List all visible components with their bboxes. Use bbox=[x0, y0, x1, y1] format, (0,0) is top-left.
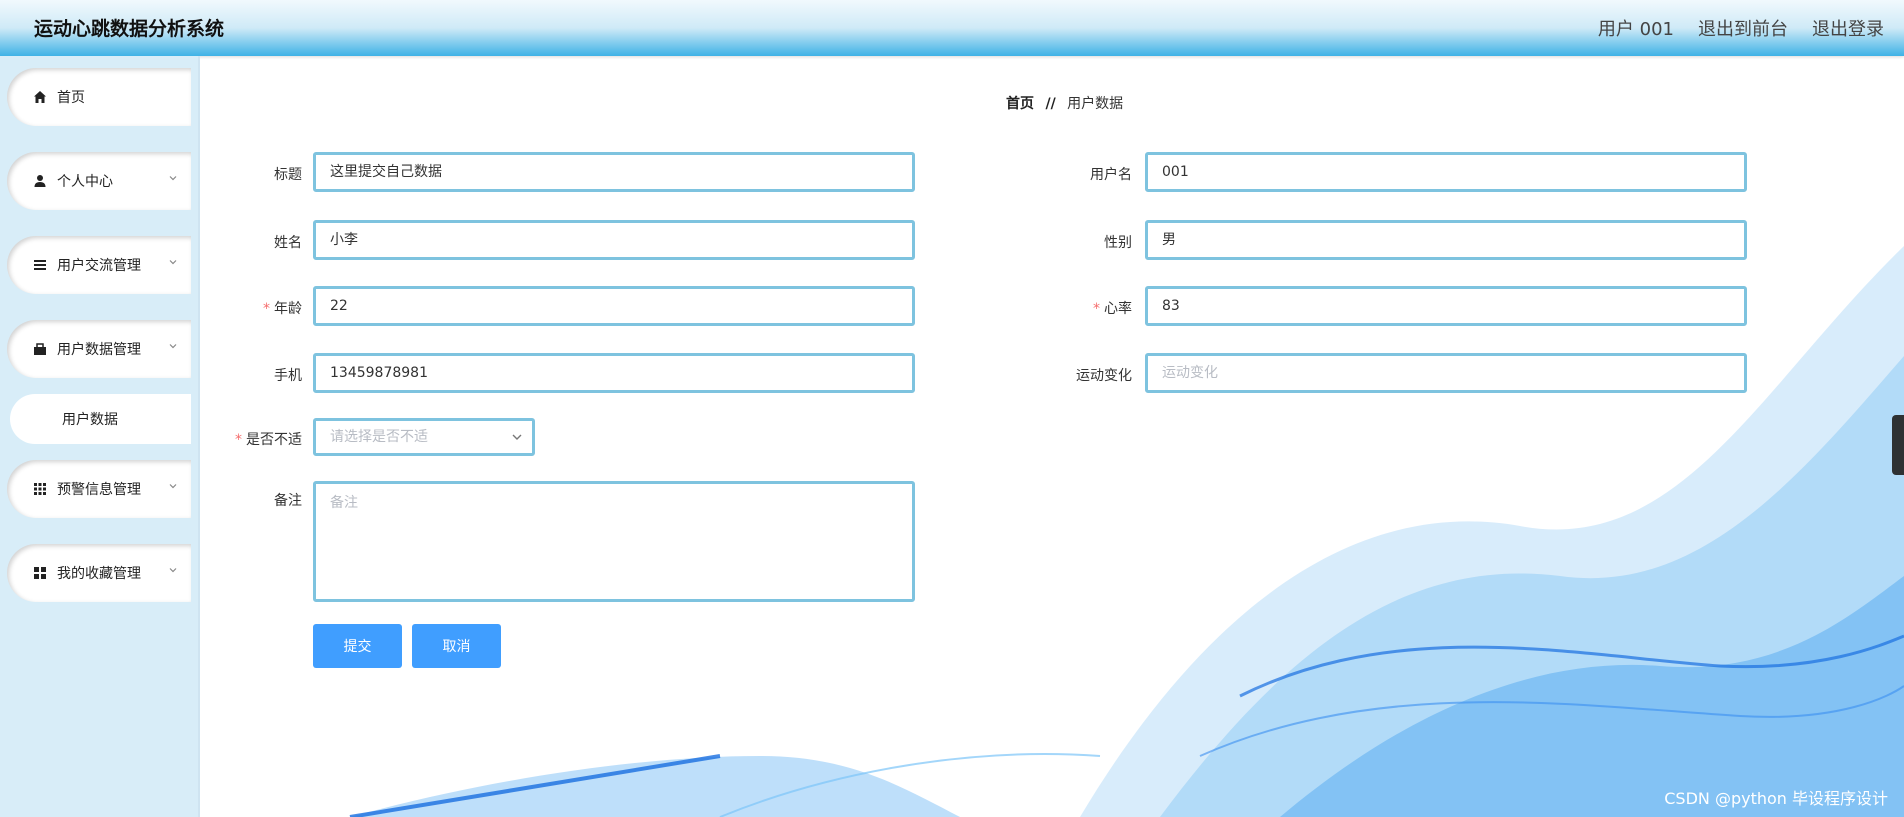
briefcase-icon bbox=[33, 342, 47, 356]
breadcrumb-current: 用户数据 bbox=[1067, 96, 1124, 112]
heart-label-wrap: * 心率 bbox=[1093, 301, 1132, 317]
heart-rate-label: 心率 bbox=[1104, 301, 1132, 317]
note-label: 备注 bbox=[274, 493, 302, 509]
home-icon bbox=[33, 90, 47, 104]
logout-link[interactable]: 退出登录 bbox=[1812, 15, 1884, 41]
age-input[interactable]: 22 bbox=[313, 286, 915, 326]
sidebar-item-label: 预警信息管理 bbox=[57, 482, 141, 498]
username-label: 用户名 bbox=[1090, 167, 1132, 183]
app-title: 运动心跳数据分析系统 bbox=[34, 18, 225, 40]
exercise-change-input[interactable]: 运动变化 bbox=[1145, 353, 1747, 393]
chevron-down-icon bbox=[512, 434, 522, 440]
sidebar-item-home[interactable]: 首页 bbox=[7, 68, 191, 126]
back-to-front-link[interactable]: 退出到前台 bbox=[1698, 15, 1788, 41]
cancel-button[interactable]: 取消 bbox=[412, 624, 501, 668]
grid-icon bbox=[33, 482, 47, 496]
chevron-down-icon bbox=[169, 260, 177, 265]
title-label: 标题 bbox=[274, 167, 302, 183]
note-textarea[interactable]: 备注 bbox=[313, 481, 915, 602]
heart-rate-input[interactable]: 83 bbox=[1145, 286, 1747, 326]
chevron-down-icon bbox=[169, 568, 177, 573]
sidebar-subitem-label: 用户数据 bbox=[62, 412, 118, 428]
breadcrumb-separator: // bbox=[1045, 96, 1056, 112]
username-input[interactable]: 001 bbox=[1145, 152, 1747, 192]
discomfort-label-wrap: * 是否不适 bbox=[235, 432, 302, 448]
note-placeholder: 备注 bbox=[330, 495, 358, 511]
sidebar-item-label: 我的收藏管理 bbox=[57, 566, 141, 582]
name-label: 姓名 bbox=[274, 235, 302, 251]
watermark: CSDN @python 毕设程序设计 bbox=[1664, 789, 1888, 808]
discomfort-select[interactable]: 请选择是否不适 bbox=[313, 418, 535, 456]
gender-label: 性别 bbox=[1104, 235, 1132, 251]
gender-input[interactable]: 男 bbox=[1145, 220, 1747, 260]
chevron-down-icon bbox=[169, 344, 177, 349]
chevron-down-icon bbox=[169, 176, 177, 181]
list-icon bbox=[33, 258, 47, 272]
sidebar-item-label: 用户数据管理 bbox=[57, 342, 141, 358]
apps-icon bbox=[33, 566, 47, 580]
side-toggle-tab[interactable] bbox=[1892, 415, 1904, 475]
sidebar-item-favorites[interactable]: 我的收藏管理 bbox=[7, 544, 191, 602]
name-input[interactable]: 小李 bbox=[313, 220, 915, 260]
main-content: 首页 // 用户数据 标题 这里提交自己数据 用户名 001 姓名 小李 性别 … bbox=[200, 56, 1904, 817]
title-input[interactable]: 这里提交自己数据 bbox=[313, 152, 915, 192]
discomfort-select-placeholder: 请选择是否不适 bbox=[330, 429, 428, 445]
sidebar-item-label: 首页 bbox=[57, 90, 85, 106]
sidebar-item-warning[interactable]: 预警信息管理 bbox=[7, 460, 191, 518]
breadcrumb-home[interactable]: 首页 bbox=[1006, 96, 1034, 112]
sidebar-item-label: 个人中心 bbox=[57, 174, 113, 190]
current-user: 用户 001 bbox=[1597, 19, 1674, 40]
sidebar-item-user-data-mgmt[interactable]: 用户数据管理 bbox=[7, 320, 191, 378]
sidebar: 首页 个人中心 用户交流管理 用户数据管理 用户数据 预警信息管理 我的收藏管理 bbox=[0, 56, 200, 817]
top-header: 运动心跳数据分析系统 用户 001 退出到前台 退出登录 bbox=[0, 0, 1904, 56]
age-label: 年龄 bbox=[274, 301, 302, 317]
chevron-down-icon bbox=[169, 484, 177, 489]
submit-button[interactable]: 提交 bbox=[313, 624, 402, 668]
sidebar-item-personal[interactable]: 个人中心 bbox=[7, 152, 191, 210]
discomfort-label: 是否不适 bbox=[246, 432, 302, 448]
header-actions: 用户 001 退出到前台 退出登录 bbox=[1598, 15, 1884, 41]
age-label-wrap: * 年龄 bbox=[263, 301, 302, 317]
change-label: 运动变化 bbox=[1076, 368, 1132, 384]
sidebar-item-label: 用户交流管理 bbox=[57, 258, 141, 274]
phone-input[interactable]: 13459878981 bbox=[313, 353, 915, 393]
phone-label: 手机 bbox=[274, 368, 302, 384]
user-icon bbox=[33, 174, 47, 188]
sidebar-item-exchange[interactable]: 用户交流管理 bbox=[7, 236, 191, 294]
sidebar-subitem-user-data[interactable]: 用户数据 bbox=[10, 394, 191, 444]
breadcrumb: 首页 // 用户数据 bbox=[1006, 93, 1123, 113]
